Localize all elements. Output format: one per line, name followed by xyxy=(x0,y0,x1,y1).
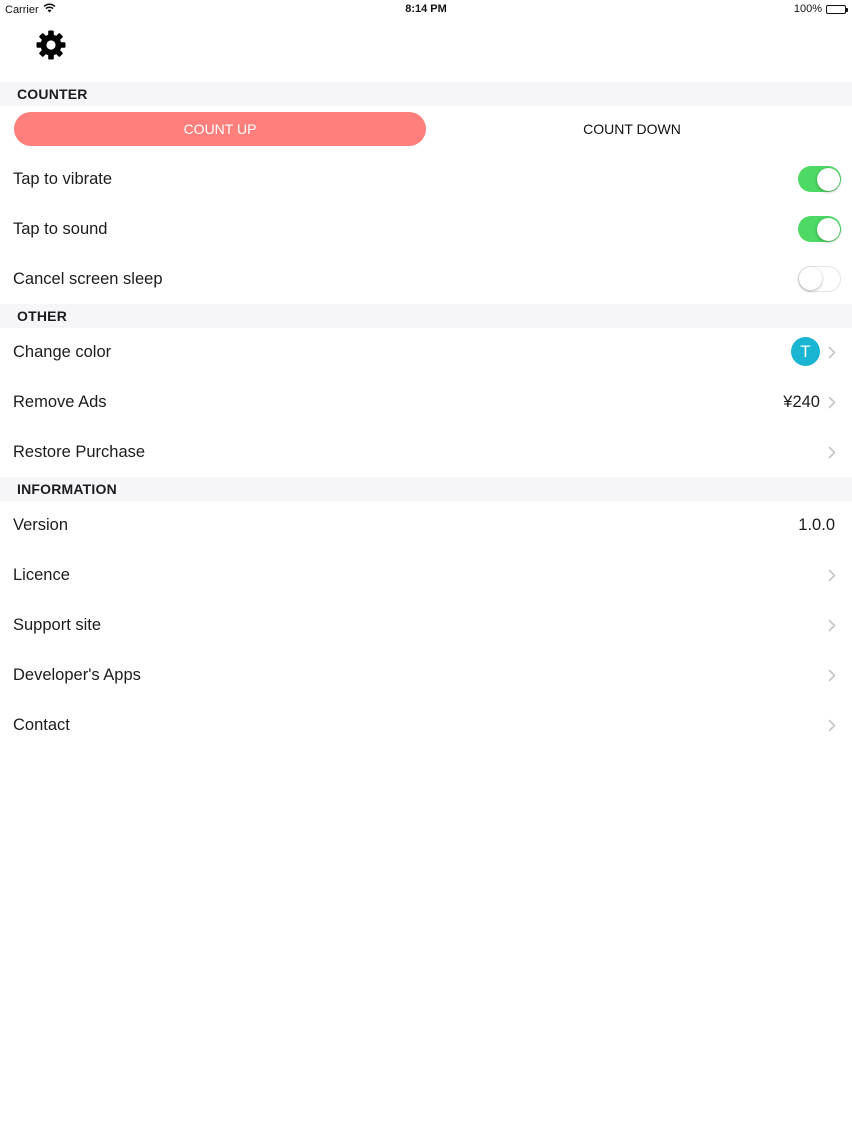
row-developers-apps[interactable]: Developer's Apps xyxy=(0,650,852,700)
chevron-right-icon xyxy=(828,600,836,650)
row-remove-ads[interactable]: Remove Ads ¥240 xyxy=(0,377,852,427)
row-label: Tap to sound xyxy=(13,219,108,238)
row-version: Version 1.0.0 xyxy=(0,500,852,550)
row-label: Change color xyxy=(13,342,112,361)
row-tap-to-sound: Tap to sound xyxy=(0,204,852,254)
sound-toggle[interactable] xyxy=(798,216,841,242)
row-label: Version xyxy=(13,515,69,534)
row-support-site[interactable]: Support site xyxy=(0,600,852,650)
row-licence[interactable]: Licence xyxy=(0,550,852,600)
chevron-right-icon xyxy=(828,700,836,750)
row-label: Licence xyxy=(13,565,70,584)
toggle-knob xyxy=(816,217,840,241)
chevron-right-icon xyxy=(828,327,836,377)
battery-percent: 100% xyxy=(793,3,822,15)
row-label: Remove Ads xyxy=(13,392,107,411)
status-time: 8:14 PM xyxy=(405,3,447,15)
toggle-knob xyxy=(816,167,840,191)
row-label: Contact xyxy=(13,715,70,734)
status-bar: Carrier 8:14 PM 100% xyxy=(0,0,852,18)
row-label: Support site xyxy=(13,615,102,634)
chevron-right-icon xyxy=(828,650,836,700)
version-value: 1.0.0 xyxy=(798,515,835,534)
segment-count-up[interactable]: COUNT UP xyxy=(14,112,426,146)
row-restore-purchase[interactable]: Restore Purchase xyxy=(0,427,852,477)
vibrate-toggle[interactable] xyxy=(798,166,841,192)
row-label: Tap to vibrate xyxy=(13,169,113,188)
row-cancel-screen-sleep: Cancel screen sleep xyxy=(0,254,852,304)
color-badge: T xyxy=(791,337,820,366)
gear-icon xyxy=(35,29,67,66)
row-label: Developer's Apps xyxy=(13,665,141,684)
toggle-knob xyxy=(799,267,822,290)
price-value: ¥240 xyxy=(783,392,820,411)
row-label: Cancel screen sleep xyxy=(13,269,163,288)
section-header-other: OTHER xyxy=(0,304,852,328)
battery-icon xyxy=(826,4,848,14)
section-header-counter: COUNTER xyxy=(0,82,852,106)
chevron-right-icon xyxy=(828,377,836,427)
row-tap-to-vibrate: Tap to vibrate xyxy=(0,154,852,204)
settings-button[interactable] xyxy=(34,30,68,64)
row-label: Restore Purchase xyxy=(13,442,146,461)
row-contact[interactable]: Contact xyxy=(0,700,852,750)
count-mode-segmented-control: COUNT UP COUNT DOWN xyxy=(14,112,838,146)
section-header-information: INFORMATION xyxy=(0,477,852,501)
chevron-right-icon xyxy=(828,550,836,600)
segment-count-down[interactable]: COUNT DOWN xyxy=(426,112,838,146)
row-change-color[interactable]: Change color T xyxy=(0,327,852,377)
screen-sleep-toggle[interactable] xyxy=(798,266,841,292)
status-right: 100% xyxy=(793,3,848,15)
chevron-right-icon xyxy=(828,427,836,477)
